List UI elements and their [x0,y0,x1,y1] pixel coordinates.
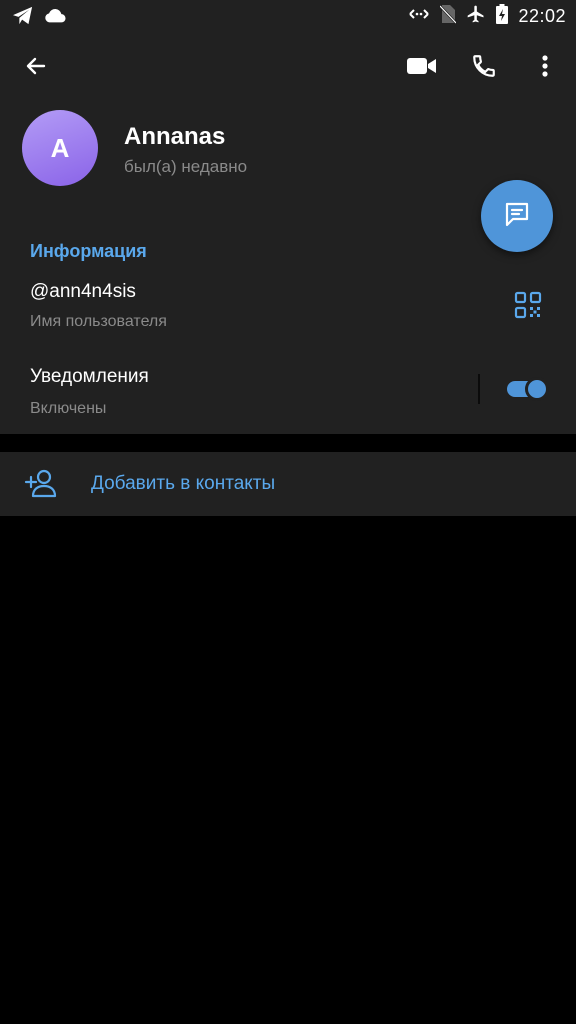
add-contact-row[interactable]: Добавить в контакты [0,452,576,516]
section-title: Информация [30,241,147,261]
back-button[interactable] [18,50,54,86]
no-sim-icon [439,4,458,29]
avatar[interactable]: A [22,110,98,186]
arrow-left-icon [24,54,48,83]
qr-code-button[interactable] [514,291,542,319]
qr-code-icon [514,291,542,323]
add-contact-label: Добавить в контакты [91,473,276,494]
status-bar-right: 22:02 [408,3,566,29]
notifications-toggle[interactable] [505,377,549,401]
toggle-knob [525,377,549,401]
call-button[interactable] [466,50,502,86]
more-vertical-icon [541,54,549,83]
last-seen-status: был(а) недавно [124,157,248,176]
message-icon [502,199,532,234]
username-value[interactable]: @ann4n4sis [30,281,136,303]
phone-icon [471,53,497,84]
battery-charging-icon [496,3,509,29]
airplane-icon [466,4,486,29]
more-options-button[interactable] [527,50,563,86]
status-time: 22:02 [518,5,566,26]
video-call-button[interactable] [404,50,440,86]
data-arrows-icon [408,6,430,27]
profile-header: A Annanas был(а) недавно [0,34,576,216]
notifications-label[interactable]: Уведомления [30,366,149,388]
username-label: Имя пользователя [30,313,167,330]
info-section: Информация @ann4n4sis Имя пользователя У… [0,216,576,434]
cloud-icon [44,8,66,29]
send-message-button[interactable] [481,180,553,252]
toggle-divider [478,374,480,404]
avatar-letter: A [50,132,70,163]
add-user-icon [24,466,60,502]
notifications-status: Включены [30,400,107,417]
telegram-icon [12,6,34,31]
status-bar-left [12,6,66,31]
status-bar: 22:02 [0,0,576,34]
profile-name: Annanas [124,123,226,150]
video-camera-icon [407,56,437,81]
